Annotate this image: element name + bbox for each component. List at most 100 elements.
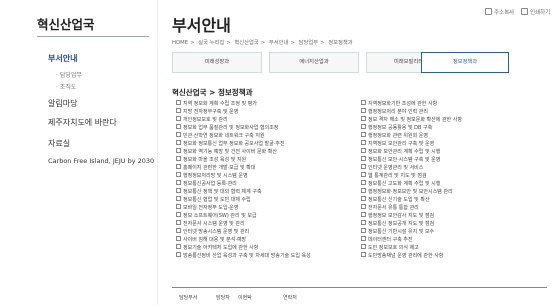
duty-item: 정보기술 아키텍처 도입에 관한 사항	[176, 244, 311, 252]
table-header-cell: 담당부서	[179, 295, 198, 301]
duty-item: 행정정보화·정보보안 및 보안시스템 관리	[361, 188, 462, 196]
checkbox-icon	[361, 228, 366, 234]
divider	[157, 0, 158, 305]
breadcrumb-item[interactable]: 정보정책과	[328, 40, 352, 46]
copy-url-button[interactable]: 주소복사	[485, 8, 514, 16]
checkbox-icon	[361, 204, 366, 210]
table-header-cell: 이현탁	[238, 295, 252, 301]
duty-item: 지역 정보화 계획 수립 조정 및 평가	[176, 100, 311, 108]
duty-item: 정보통신 정책 및 대외 협력 체계 구축	[176, 188, 311, 196]
checkbox-icon	[361, 244, 366, 250]
duty-text: 행정정보처리 분야 인력 관리	[368, 109, 428, 116]
checkbox-icon	[176, 204, 181, 210]
breadcrumb-item[interactable]: 부서안내	[269, 40, 289, 46]
checkbox-icon	[176, 132, 181, 138]
duty-text: 도민방송채널 운영 관리에 관한 사항	[368, 253, 444, 260]
duty-text: 정보통신 고도화 계획 수립 및 시행	[368, 181, 441, 188]
sidebar-item-department[interactable]: 부서안내	[48, 53, 77, 64]
breadcrumb-item[interactable]: 실국 누리집	[198, 40, 224, 46]
checkbox-icon	[176, 188, 181, 194]
page-title: 부서안내	[172, 16, 231, 35]
checkbox-icon	[361, 188, 366, 194]
breadcrumb: HOME > 실국 누리집 > 혁신산업국 > 부서안내 > 담당업무 > 정보정책과	[172, 40, 353, 46]
duty-text: 행정정보 보안감사 지도 및 점검	[368, 213, 435, 220]
checkbox-icon	[176, 100, 181, 105]
duty-text: 정보기술 아키텍처 도입에 관한 사항	[183, 245, 259, 252]
checkbox-icon	[361, 100, 366, 105]
duty-item: 지역정보 보안관리 구축 및 운영	[361, 140, 462, 148]
checkbox-icon	[361, 140, 366, 146]
checkbox-icon	[176, 252, 181, 258]
sidebar: 혁신산업국 부서안내 · 담당업무 · 조직도 알림마당 제주자치도에 바란다 …	[0, 0, 156, 305]
checkbox-icon	[176, 244, 181, 250]
duty-item: 행정정보처리망 및 시스템 운영	[176, 172, 311, 180]
checkbox-icon	[176, 180, 181, 186]
duty-item: 방송통신정비 산업 육성과 구축 및 차세대 방송기술 도입 육성	[176, 252, 311, 260]
duty-text: 민관·산학연 정보화 네트워크 구축 지원	[183, 133, 265, 140]
duty-text: 정보통신 기반시설 유지 및 보수	[368, 229, 435, 236]
section-title: 혁신산업국 > 정보정책과	[172, 88, 253, 97]
duty-text: 행정정보화·정보보안 및 보안시스템 관리	[368, 189, 453, 196]
duty-text: 정보통신 협업 및 도민 대체 수립	[183, 197, 251, 204]
tab-bar: 미래성장과 에너지산업과 미래모빌리티과 정보정책과	[172, 52, 553, 73]
duty-text: 방송통신정비 산업 육성과 구축 및 차세대 방송기술 도입 육성	[183, 253, 311, 260]
checkbox-icon	[361, 132, 366, 138]
duty-text: 정보화 역기능 예방 및 건전 사이버 문화 확산	[183, 149, 277, 156]
duty-item: 정보통신 기반시설 유지 및 보수	[361, 228, 462, 236]
checkbox-icon	[176, 172, 181, 178]
duty-item: 행정정보 공동활용 및 DB 구축	[361, 124, 462, 132]
duty-item: 전자문서 유통 통합 관리	[361, 204, 462, 212]
duty-item: 정보통신 신기술 도입 및 확산	[361, 196, 462, 204]
duties-right-list: 지역정보화기반 조성에 관한 사항 행정정보처리 분야 인력 관리 정보 격차 해소…	[361, 100, 462, 260]
checkbox-icon	[176, 196, 181, 202]
duty-item: 모바일 전자정부 도입·운영	[176, 204, 311, 212]
duty-text: 행정정보처리망 및 시스템 운영	[183, 173, 248, 180]
duty-text: 정보통신 보안·시스템 구축 및 운영	[368, 157, 441, 164]
duty-item: 정보화 마을 조성 육성 및 지원	[176, 156, 311, 164]
duty-item: 전자문서 시스템 운영 및 관리	[176, 220, 311, 228]
duty-text: 정보 격차 해소 및 정보문화 확산에 관한 사항	[368, 117, 462, 124]
breadcrumb-item[interactable]: 혁신산업국	[234, 40, 258, 46]
sidebar-item-suggestion[interactable]: 제주자치도에 바란다	[48, 117, 117, 128]
duty-item: 정보화 보안관리 계획 수립 및 시행	[361, 148, 462, 156]
duty-text: 정보 소프트웨어(SW) 관리 및 보급	[183, 213, 257, 220]
duty-item: 정보통신 정보공개 지도 및 점검	[361, 220, 462, 228]
checkbox-icon	[176, 116, 181, 122]
duty-text: 홈페이지 관련한 개발·보급 및 확대	[183, 165, 256, 172]
duty-text: 도민 정보보호 의식 제고	[368, 245, 419, 252]
tab-info-policy[interactable]: 정보정책과	[421, 52, 509, 73]
print-button[interactable]: 인쇄하기	[521, 8, 550, 16]
carbon-free-slogan: Carbon Free Island, JEJU by 2030	[48, 157, 155, 165]
duty-item: 도민방송채널 운영 관리에 관한 사항	[361, 252, 462, 260]
sidebar-item-notice[interactable]: 알림마당	[48, 98, 77, 109]
tab-energy-industry[interactable]: 에너지산업과	[269, 52, 359, 73]
checkbox-icon	[361, 172, 366, 178]
duty-item: 정보 소프트웨어(SW) 관리 및 보급	[176, 212, 311, 220]
divider	[37, 36, 149, 37]
duty-item: 데이터센터 구축 추진	[361, 236, 462, 244]
duty-text: 지방 전자정부구축 및 운영	[183, 109, 239, 116]
breadcrumb-item[interactable]: HOME	[172, 40, 188, 46]
duty-item: 지방 전자정부구축 및 운영	[176, 108, 311, 116]
checkbox-icon	[176, 124, 181, 130]
checkbox-icon	[361, 148, 366, 154]
duty-text: 인터넷 방송시스템 운영 및 관리	[183, 229, 250, 236]
breadcrumb-item[interactable]: 담당업무	[299, 40, 319, 46]
duty-text: 개인정보보호 및 관리	[183, 117, 228, 124]
duty-item: 인터넷 방송시스템 운영 및 관리	[176, 228, 311, 236]
duty-item: 정보화 업무 품질관리 및 정보화사업 협의조정	[176, 124, 311, 132]
tab-future-growth[interactable]: 미래성장과	[172, 52, 262, 73]
sidebar-item-archive[interactable]: 자료실	[48, 138, 70, 149]
staff-table-header: 담당부서 담당자 이현탁 연락처	[172, 287, 547, 306]
checkbox-icon	[361, 164, 366, 170]
duty-text: 행정정보화 관련 위원회 운영	[368, 133, 428, 140]
duty-item: 행정정보화 관련 위원회 운영	[361, 132, 462, 140]
checkbox-icon	[176, 236, 181, 242]
duty-item: 지역정보화기반 조성에 관한 사항	[361, 100, 462, 108]
sidebar-subitem-duties[interactable]: · 담당업무	[56, 70, 82, 79]
checkbox-icon	[361, 212, 366, 218]
duty-item: 홈페이지 관련한 개발·보급 및 확대	[176, 164, 311, 172]
duty-text: 지역정보 보안관리 구축 및 운영	[368, 141, 435, 148]
checkbox-icon	[176, 220, 181, 226]
sidebar-subitem-organization[interactable]: · 조직도	[56, 82, 76, 91]
